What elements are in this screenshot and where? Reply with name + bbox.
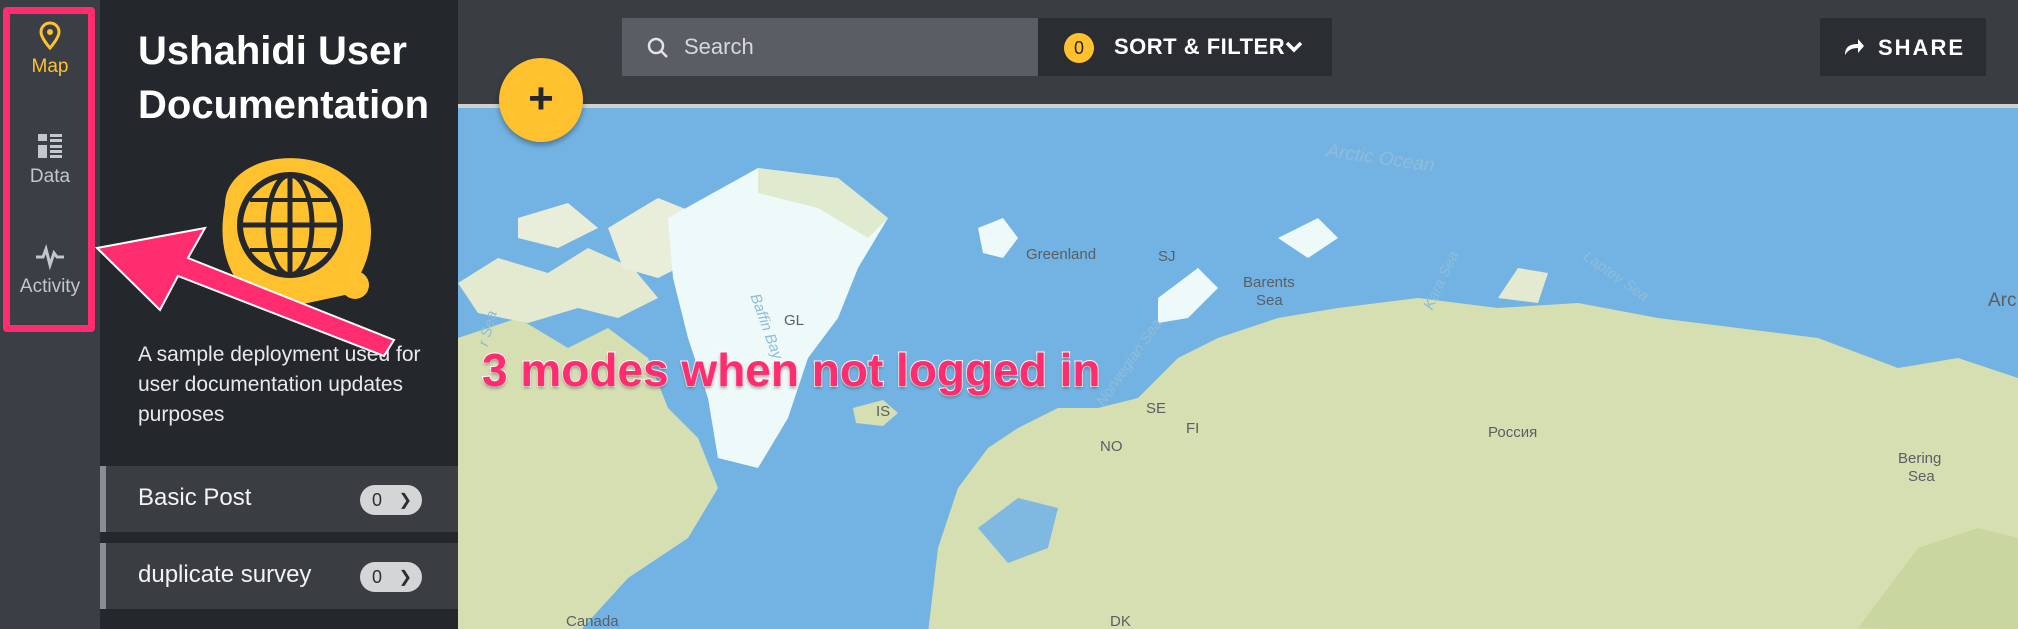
map-label-is: IS — [876, 403, 891, 420]
mode-activity-label: Activity — [19, 276, 81, 297]
deployment-description: A sample deployment used for user docume… — [138, 343, 421, 426]
mode-activity[interactable]: Activity — [10, 240, 90, 298]
map-label-no: NO — [1100, 438, 1123, 455]
chevron-down-icon: ❯ — [398, 569, 412, 586]
survey-count-toggle[interactable]: 0 ❯ — [360, 485, 422, 515]
deployment-title-line2: Documentation — [138, 83, 430, 127]
map-label-bering-2: Sea — [1908, 468, 1935, 485]
map-label-dk: DK — [1110, 613, 1131, 629]
survey-count-toggle[interactable]: 0 ❯ — [360, 562, 422, 592]
mode-map[interactable]: Map — [10, 20, 90, 78]
activity-pulse-icon — [36, 243, 64, 271]
survey-item[interactable]: Basic Post 0 ❯ — [100, 466, 458, 532]
chevron-down-icon — [1285, 41, 1303, 53]
mode-data-label: Data — [29, 166, 71, 187]
annotation-text: 3 modes when not logged in — [481, 343, 1101, 397]
search-input[interactable]: Search — [684, 34, 754, 60]
search-icon — [647, 37, 668, 58]
mode-data[interactable]: Data — [10, 130, 90, 188]
map-label-barents-2: Sea — [1256, 292, 1283, 309]
map-label-se: SE — [1146, 400, 1167, 417]
map-label-sj: SJ — [1158, 248, 1176, 265]
map-label-greenland: Greenland — [1026, 246, 1097, 263]
mode-rail: Map Data Activity — [0, 0, 100, 629]
map-label-russia: Россия — [1488, 424, 1538, 441]
chevron-down-icon: ❯ — [398, 492, 412, 509]
map-pin-icon — [39, 21, 61, 51]
sort-filter-button[interactable]: 0 SORT & FILTER — [1038, 18, 1332, 76]
map-label-fi: FI — [1186, 420, 1200, 437]
map-label-bering-1: Bering — [1898, 450, 1942, 467]
survey-count: 0 — [372, 567, 383, 587]
survey-item[interactable]: duplicate survey 0 ❯ — [100, 543, 458, 609]
deployment-title: Ushahidi User Documentation — [138, 24, 438, 132]
share-button[interactable]: SHARE — [1820, 18, 1986, 76]
deployment-title-line1: Ushahidi User — [138, 29, 407, 73]
survey-label: Basic Post — [138, 484, 252, 511]
map-label-gl: GL — [784, 312, 805, 329]
data-list-icon — [38, 134, 62, 158]
deployment-panel: Ushahidi User Documentation A sample dep… — [100, 0, 458, 629]
survey-label: duplicate survey — [138, 561, 312, 588]
share-arrow-icon — [1845, 39, 1864, 55]
map-label-canada: Canada — [566, 613, 619, 629]
search-bar[interactable]: Search — [622, 18, 1038, 76]
add-post-button[interactable]: + — [499, 58, 583, 142]
sort-filter-label: SORT & FILTER — [1114, 34, 1286, 59]
survey-count: 0 — [372, 490, 383, 510]
share-label: SHARE — [1878, 35, 1966, 60]
map-label-barents-1: Barents — [1243, 274, 1295, 291]
map-label-arc: Arc — [1988, 290, 2017, 311]
filter-count-badge: 0 — [1064, 33, 1094, 63]
mode-map-label: Map — [31, 56, 69, 77]
deployment-logo — [222, 158, 372, 310]
